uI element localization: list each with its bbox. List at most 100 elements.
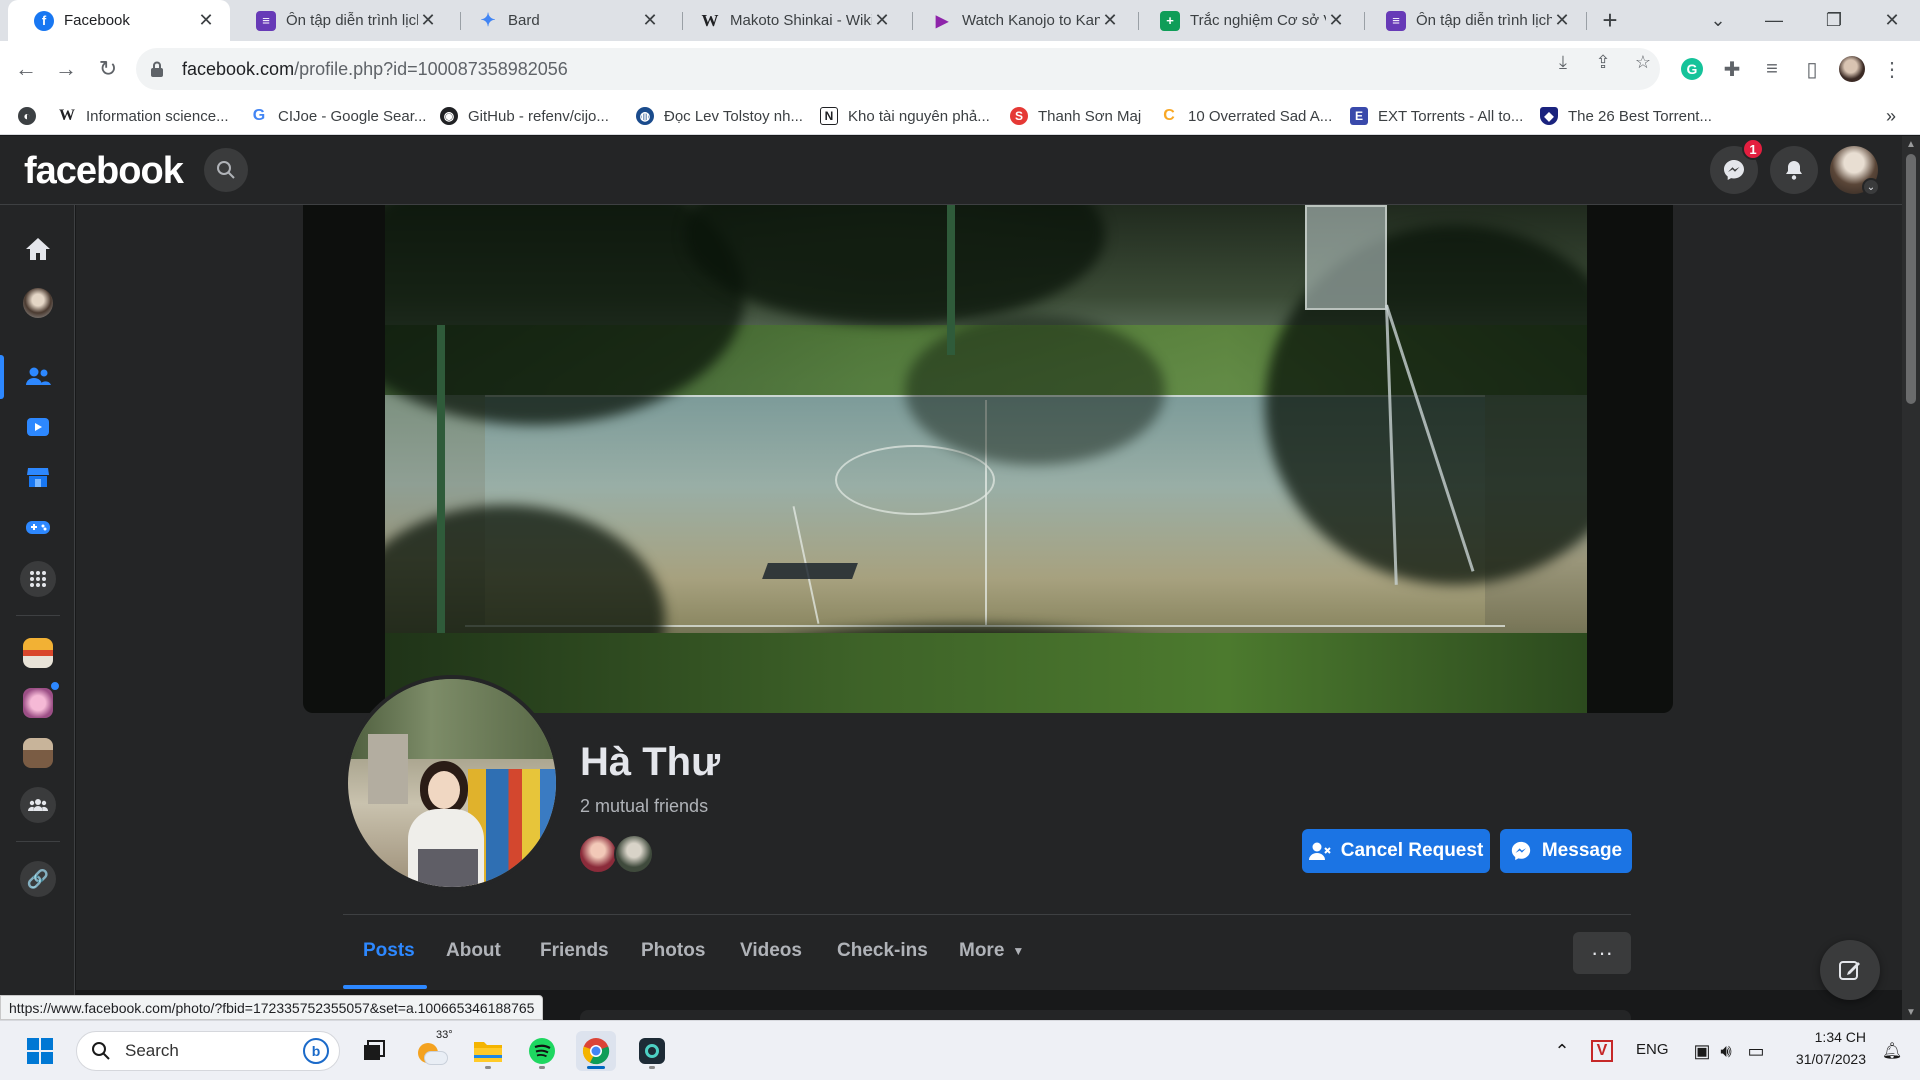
reload-button[interactable]: ↻ <box>90 51 126 87</box>
media-control-icon[interactable]: ≡ <box>1756 53 1788 85</box>
tab-forms-1[interactable]: ≡ Ôn tập diễn trình lịch ✕ <box>230 0 452 41</box>
menu-kebab-icon[interactable]: ⋮ <box>1876 53 1908 85</box>
close-window-button[interactable]: ✕ <box>1864 0 1920 41</box>
antivirus-icon[interactable]: V <box>1582 1031 1622 1071</box>
profile-picture[interactable] <box>348 679 556 887</box>
bookmark-star-icon[interactable]: ☆ <box>1632 51 1654 73</box>
bookmark-item[interactable]: G CIJoe - Google Sear... <box>250 105 427 127</box>
clock-date[interactable]: 31/07/2023 <box>1786 1051 1866 1067</box>
spotify-button[interactable] <box>522 1031 562 1071</box>
bookmark-item[interactable]: C 10 Overrated Sad A... <box>1160 105 1332 127</box>
extensions-icon[interactable]: ✚ <box>1716 53 1748 85</box>
gaming-icon[interactable] <box>16 505 60 549</box>
close-icon[interactable]: ✕ <box>418 10 438 31</box>
file-explorer-button[interactable] <box>468 1031 508 1071</box>
mutual-friend-avatar[interactable] <box>614 834 654 874</box>
close-icon[interactable]: ✕ <box>1552 10 1572 31</box>
scroll-thumb[interactable] <box>1906 154 1916 404</box>
forward-button[interactable]: → <box>48 51 84 87</box>
tray-overflow-icon[interactable]: ⌃ <box>1542 1031 1582 1071</box>
new-message-button[interactable] <box>1820 940 1880 1000</box>
close-icon[interactable]: ✕ <box>872 10 892 31</box>
bookmarks-overflow-icon[interactable]: » <box>1886 105 1896 127</box>
apps-globe-icon[interactable]: ◐ <box>18 105 36 127</box>
weather-widget[interactable]: 33° <box>412 1029 453 1071</box>
scroll-up-icon[interactable]: ▲ <box>1902 136 1920 152</box>
account-avatar[interactable]: ⌄ <box>1830 146 1880 196</box>
address-bar[interactable]: facebook.com/profile.php?id=100087358982… <box>136 48 1660 90</box>
facebook-logo[interactable]: facebook <box>24 150 184 193</box>
search-button[interactable] <box>204 148 248 192</box>
start-button[interactable] <box>20 1031 60 1071</box>
cancel-request-button[interactable]: Cancel Request <box>1302 829 1490 873</box>
profile-avatar-icon[interactable] <box>16 281 60 325</box>
shortcut-group-icon[interactable] <box>16 680 61 725</box>
install-icon[interactable]: ⤓ <box>1552 51 1574 73</box>
minimize-button[interactable]: — <box>1746 0 1802 41</box>
tab-facebook[interactable]: f Facebook ✕ <box>8 0 230 41</box>
mutual-friends-count[interactable]: 2 mutual friends <box>580 796 708 817</box>
share-icon[interactable]: ⇪ <box>1592 51 1614 73</box>
rail-divider <box>16 841 60 842</box>
bookmark-item[interactable]: ◉ GitHub - refenv/cijo... <box>440 105 609 127</box>
close-icon[interactable]: ✕ <box>1100 10 1120 31</box>
notification-center-icon[interactable]: 🔔︎ <box>1872 1031 1912 1071</box>
task-view-button[interactable] <box>354 1031 394 1071</box>
mutual-friend-avatar[interactable] <box>578 834 618 874</box>
app-button[interactable] <box>632 1031 672 1071</box>
tab-check-ins[interactable]: Check-ins <box>837 940 928 970</box>
messenger-button[interactable]: 1 <box>1710 138 1764 194</box>
page-scrollbar[interactable]: ▲ ▼ <box>1902 136 1920 1020</box>
tab-bard[interactable]: ✦ Bard ✕ <box>452 0 674 41</box>
groups-icon[interactable] <box>16 783 60 827</box>
tab-wikipedia[interactable]: W Makoto Shinkai - Wiki ✕ <box>674 0 906 41</box>
watch-icon[interactable] <box>16 405 60 449</box>
new-tab-button[interactable]: + <box>1584 0 1636 41</box>
friends-icon[interactable] <box>16 355 60 399</box>
chrome-button[interactable] <box>576 1031 616 1071</box>
bookmark-item[interactable]: ◍ Đọc Lev Tolstoy nh... <box>636 105 803 127</box>
tab-forms-2[interactable]: ≡ Ôn tập diễn trình lịch ✕ <box>1360 0 1586 41</box>
tab-friends[interactable]: Friends <box>540 940 609 970</box>
menu-grid-icon[interactable] <box>16 557 60 601</box>
bookmark-item[interactable]: S Thanh Sơn Maj <box>1010 105 1141 127</box>
side-panel-icon[interactable]: ▯ <box>1796 53 1828 85</box>
clock-time[interactable]: 1:34 CH <box>1786 1029 1866 1045</box>
home-icon[interactable] <box>16 227 60 271</box>
close-icon[interactable]: ✕ <box>1326 10 1346 31</box>
marketplace-icon[interactable] <box>16 455 60 499</box>
notifications-button[interactable] <box>1770 146 1818 194</box>
cover-photo[interactable] <box>303 205 1673 713</box>
bookmark-item[interactable]: N Kho tài nguyên phả... <box>820 105 990 127</box>
bookmark-item[interactable]: E EXT Torrents - All to... <box>1350 105 1523 127</box>
tab-sheets[interactable]: + Trắc nghiệm Cơ sở Vă ✕ <box>1134 0 1360 41</box>
link-icon[interactable]: 🔗 <box>16 857 60 901</box>
tab-search-button[interactable]: ⌄ <box>1690 0 1746 41</box>
folder-icon <box>474 1042 502 1062</box>
close-icon[interactable]: ✕ <box>640 10 660 31</box>
grammarly-icon[interactable]: G <box>1676 53 1708 85</box>
bookmark-item[interactable]: W Information science... <box>58 105 229 127</box>
battery-icon[interactable]: ▭ <box>1736 1031 1776 1071</box>
profile-avatar-icon[interactable] <box>1836 53 1868 85</box>
scroll-down-icon[interactable]: ▼ <box>1902 1004 1920 1020</box>
tab-photos[interactable]: Photos <box>641 940 705 970</box>
tab-watch[interactable]: ▶ Watch Kanojo to Kanojo ✕ <box>906 0 1134 41</box>
active-tab-underline <box>343 985 427 989</box>
message-button[interactable]: Message <box>1500 829 1632 873</box>
search-icon <box>217 161 235 179</box>
input-language[interactable]: ENG <box>1636 1041 1669 1058</box>
back-button[interactable]: ← <box>8 51 44 87</box>
tab-about[interactable]: About <box>446 940 501 970</box>
bookmark-item[interactable]: ◆ The 26 Best Torrent... <box>1540 105 1712 127</box>
taskbar-search[interactable]: Search b <box>76 1031 340 1071</box>
close-icon[interactable]: ✕ <box>196 10 216 31</box>
restore-button[interactable]: ❐ <box>1806 0 1862 41</box>
tab-posts[interactable]: Posts <box>363 940 415 970</box>
e-icon: E <box>1350 107 1368 125</box>
more-options-button[interactable]: ··· <box>1573 932 1631 974</box>
tab-videos[interactable]: Videos <box>740 940 802 970</box>
tab-more[interactable]: More ▼ <box>959 940 1024 970</box>
shortcut-group-icon[interactable] <box>16 731 60 775</box>
shortcut-group-icon[interactable] <box>16 631 60 675</box>
